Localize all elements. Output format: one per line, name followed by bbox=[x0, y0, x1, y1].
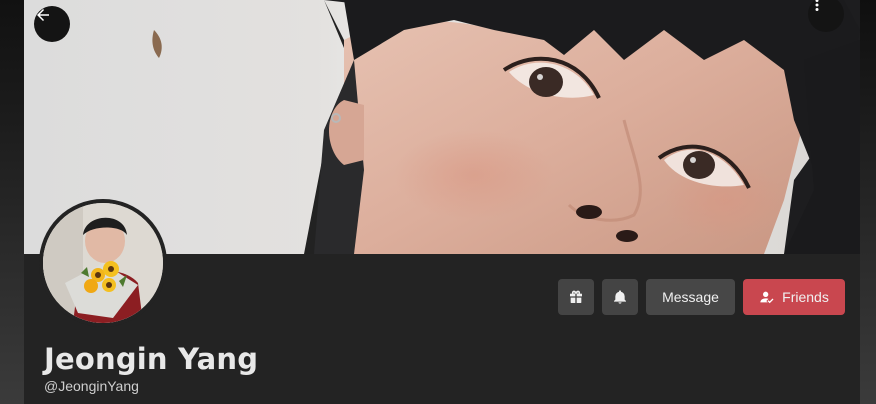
notifications-button[interactable] bbox=[602, 279, 638, 315]
profile-username: @JeonginYang bbox=[44, 378, 139, 394]
profile-card: Message Friends Jeongin Yang @JeonginYan… bbox=[24, 0, 860, 404]
arrow-left-icon bbox=[37, 9, 49, 21]
more-vertical-icon bbox=[815, 0, 819, 11]
avatar[interactable] bbox=[43, 203, 163, 323]
back-button[interactable] bbox=[34, 6, 70, 42]
page-gutter-left bbox=[0, 0, 24, 404]
gift-icon bbox=[570, 290, 582, 303]
message-button-label: Message bbox=[662, 289, 719, 305]
friends-button[interactable]: Friends bbox=[743, 279, 845, 315]
avatar-frame bbox=[39, 199, 167, 327]
profile-banner bbox=[24, 0, 860, 254]
gift-button[interactable] bbox=[558, 279, 594, 315]
banner-photo bbox=[152, 0, 860, 254]
friends-button-label: Friends bbox=[782, 289, 829, 305]
bell-icon bbox=[614, 290, 626, 304]
message-button[interactable]: Message bbox=[646, 279, 735, 315]
page-gutter-right bbox=[860, 0, 876, 404]
avatar-photo bbox=[43, 203, 163, 323]
profile-display-name: Jeongin Yang bbox=[44, 342, 259, 376]
user-check-icon bbox=[760, 291, 774, 304]
